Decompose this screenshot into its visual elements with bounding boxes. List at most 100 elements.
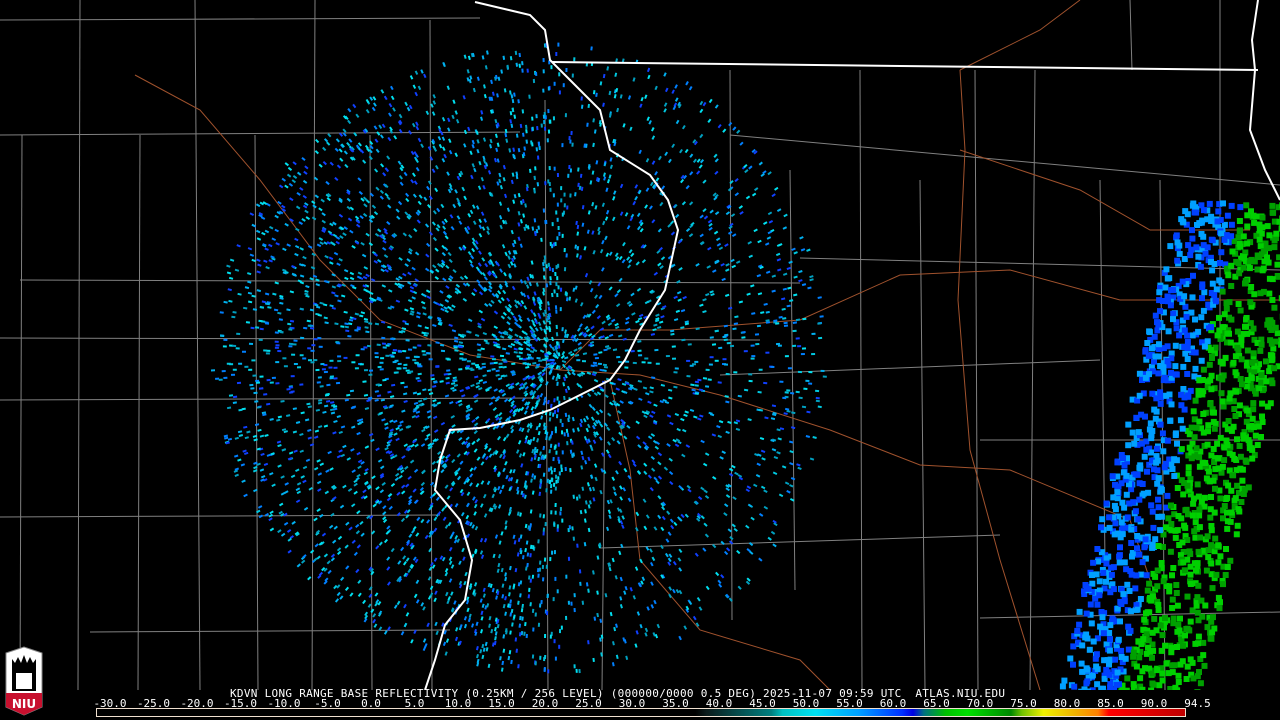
echo [642,386,648,390]
echo [313,517,318,522]
echo [512,534,516,540]
echo [1100,569,1107,576]
echo [498,365,503,369]
echo [691,388,696,392]
echo [396,491,401,496]
echo [507,303,513,309]
echo [598,385,603,390]
echo [501,660,505,666]
echo [495,424,500,429]
echo [444,484,449,489]
echo [363,471,369,476]
echo [520,490,524,495]
echo [402,272,407,277]
echo [1181,327,1188,334]
echo [577,167,580,172]
echo [324,321,329,325]
echo [586,482,590,487]
echo [662,305,667,309]
echo [387,325,392,329]
echo [510,342,516,347]
echo [1116,553,1123,560]
echo [281,177,286,182]
echo [244,286,250,290]
echo [1217,434,1224,441]
echo [590,416,595,421]
echo [475,381,481,385]
echo [504,520,508,525]
echo [702,298,707,302]
echo [404,211,409,216]
echo [395,426,400,431]
echo [535,448,539,454]
echo [684,320,689,324]
echo [364,611,369,617]
echo [315,278,320,282]
echo [457,399,463,403]
radar-display: NIU KDVN LONG RANGE BASE REFLECTIVITY (0… [0,0,1280,720]
echo [1231,406,1238,412]
echo [714,211,720,216]
echo [791,411,796,415]
echo [317,472,323,476]
echo [505,630,508,635]
echo [421,331,426,335]
echo [320,198,325,203]
echo [277,200,282,205]
echo [1178,477,1185,484]
echo [788,260,793,264]
echo [511,98,515,104]
echo [592,570,595,575]
echo [402,555,407,560]
echo [417,137,422,143]
echo [635,319,640,324]
echo [234,436,239,440]
echo [519,243,523,248]
echo [306,402,311,406]
echo [446,453,451,459]
echo [585,143,588,148]
echo [639,623,643,629]
echo [325,400,331,403]
echo [579,510,583,515]
echo [288,328,293,331]
echo [750,516,755,521]
echo [1152,353,1159,360]
echo [1212,535,1219,542]
echo [299,307,305,311]
echo [444,568,449,573]
echo [486,603,490,608]
echo [376,394,382,398]
echo [520,291,524,296]
echo [1181,293,1188,300]
echo [715,571,720,577]
echo [441,556,446,562]
echo [516,486,520,492]
echo [490,299,495,304]
echo [408,130,412,135]
echo [621,524,625,529]
echo [1205,554,1212,561]
echo [581,600,585,605]
echo [523,226,527,232]
echo [590,474,594,479]
echo [468,259,473,264]
echo [383,230,389,235]
echo [444,571,449,577]
county-line [254,134,259,690]
echo [420,602,425,607]
echo [524,203,527,208]
echo [395,299,401,303]
echo [597,282,602,287]
echo [568,296,572,301]
echo [656,326,662,330]
echo [617,334,623,338]
echo [338,148,343,153]
echo [387,136,392,142]
echo [565,297,569,302]
echo [606,178,611,184]
echo [523,146,526,151]
echo [1260,248,1267,255]
echo [584,500,588,505]
echo [1231,497,1238,504]
